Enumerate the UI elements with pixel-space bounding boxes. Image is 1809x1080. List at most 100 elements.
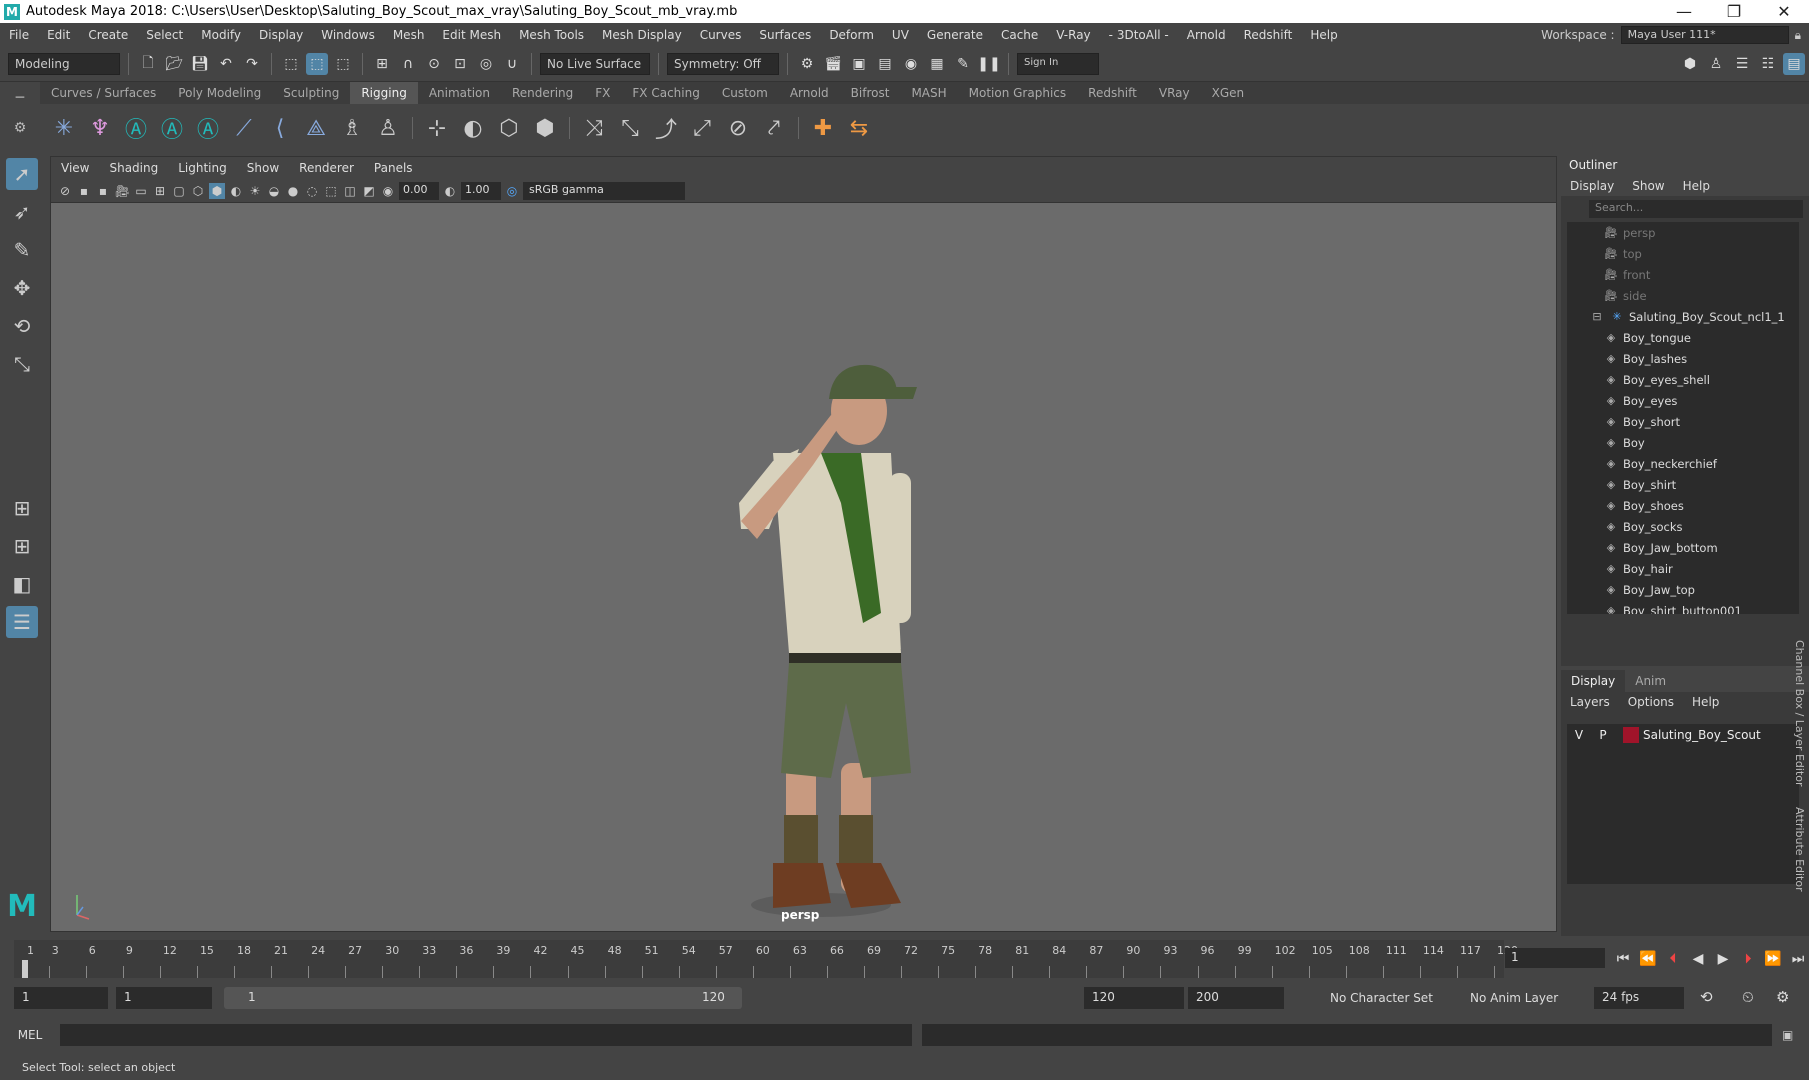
wireframe-icon[interactable]: ⬡ — [190, 183, 206, 199]
shelf-tab-sculpting[interactable]: Sculpting — [272, 82, 350, 104]
shelf-tab-animation[interactable]: Animation — [418, 82, 501, 104]
shelf-gear-icon[interactable]: ⚙ — [0, 120, 40, 136]
menu-curves[interactable]: Curves — [691, 28, 751, 42]
mel-input[interactable] — [60, 1024, 912, 1046]
menu-deform[interactable]: Deform — [820, 28, 883, 42]
menu-select[interactable]: Select — [137, 28, 192, 42]
open-scene-icon[interactable]: 📂︎ — [163, 53, 185, 75]
snap-point-icon[interactable]: ⊙ — [423, 53, 445, 75]
lights-icon[interactable]: ☀ — [247, 183, 263, 199]
shelf-tab-poly-modeling[interactable]: Poly Modeling — [167, 82, 272, 104]
collapse-icon[interactable]: ⊟ — [1589, 310, 1605, 324]
blend-shape-icon[interactable]: ◐ — [457, 112, 489, 144]
outliner-item-side[interactable]: 🎥︎ side — [1567, 285, 1799, 306]
select-object-icon[interactable]: ⬚ — [306, 53, 328, 75]
current-frame-marker[interactable] — [22, 960, 28, 978]
viewport-menu-view[interactable]: View — [51, 161, 99, 175]
undo-icon[interactable]: ↶ — [215, 53, 237, 75]
shelf-tab-mash[interactable]: MASH — [900, 82, 957, 104]
loop-icon[interactable]: ⟲ — [1700, 988, 1713, 1006]
outliner-item-child[interactable]: ◈ Boy_Jaw_bottom — [1567, 537, 1799, 558]
snap-surface-icon[interactable]: ◎ — [475, 53, 497, 75]
play-forward-icon[interactable]: ▶ — [1712, 948, 1734, 970]
textured-icon[interactable]: ◐ — [228, 183, 244, 199]
current-frame-field[interactable]: 1 — [1505, 948, 1605, 968]
camera-icon[interactable]: 🎥︎ — [114, 183, 130, 199]
outliner-menu-display[interactable]: Display — [1561, 179, 1623, 193]
end-time-field[interactable]: 200 — [1188, 987, 1284, 1009]
outliner-menu-help[interactable]: Help — [1674, 179, 1719, 193]
color-space-dropdown[interactable]: sRGB gamma — [523, 181, 685, 200]
range-slider[interactable]: 1 120 — [224, 987, 742, 1009]
viewport-canvas[interactable]: persp — [51, 203, 1556, 931]
grid-icon[interactable]: ⊞ — [152, 183, 168, 199]
go-to-end-icon[interactable]: ⏭ — [1787, 948, 1809, 970]
tool-settings-icon[interactable]: ☷ — [1757, 53, 1779, 75]
outliner-search-input[interactable]: Search... — [1589, 200, 1803, 218]
menu-windows[interactable]: Windows — [312, 28, 384, 42]
lattice-icon[interactable]: ⬡ — [493, 112, 525, 144]
shelf-menu-icon[interactable]: ─ — [0, 90, 40, 106]
exposure-field[interactable]: 0.00 — [399, 181, 439, 200]
menu-help[interactable]: Help — [1301, 28, 1346, 42]
rotate-tool-icon[interactable]: ⟲ — [6, 310, 38, 342]
outliner-item-child[interactable]: ◈ Boy_eyes — [1567, 390, 1799, 411]
menu-display[interactable]: Display — [250, 28, 312, 42]
step-forward-key-icon[interactable]: ⏩ — [1762, 948, 1784, 970]
layer-visibility-toggle[interactable]: V — [1567, 728, 1591, 742]
aim-constraint-icon[interactable]: ⤡ — [614, 112, 646, 144]
hik-icon[interactable]: ♆ — [84, 112, 116, 144]
locator-icon[interactable]: ✚ — [807, 112, 839, 144]
redo-icon[interactable]: ↷ — [241, 53, 263, 75]
viewport-menu-lighting[interactable]: Lighting — [168, 161, 237, 175]
attribute-editor-tab[interactable]: Attribute Editor — [1793, 807, 1806, 892]
close-button[interactable]: ✕ — [1759, 2, 1809, 21]
scale-tool-icon[interactable]: ⤡ — [6, 348, 38, 380]
outliner-item-child[interactable]: ◈ Boy_shirt_button001 — [1567, 600, 1799, 615]
character-set-dropdown[interactable]: No Character Set — [1330, 991, 1433, 1005]
smooth-shade-icon[interactable]: ⬢ — [209, 182, 225, 199]
xray-joints-icon[interactable]: ◩ — [361, 183, 377, 199]
snap-view-icon[interactable]: ⊡ — [449, 53, 471, 75]
outliner-item-child[interactable]: ◈ Boy_hair — [1567, 558, 1799, 579]
lasso-tool-icon[interactable]: ➶ — [6, 196, 38, 228]
shelf-tab-rigging[interactable]: Rigging — [350, 82, 418, 104]
menu-create[interactable]: Create — [79, 28, 137, 42]
start-time-field[interactable]: 1 — [14, 987, 108, 1009]
menu-mesh-display[interactable]: Mesh Display — [593, 28, 691, 42]
shelf-tab-arnold[interactable]: Arnold — [779, 82, 840, 104]
outliner-item-child[interactable]: ◈ Boy_shoes — [1567, 495, 1799, 516]
pause-icon[interactable]: ❚❚ — [977, 53, 1000, 75]
outliner-item-root[interactable]: ⊟ ✳ Saluting_Boy_Scout_ncl1_1 — [1567, 306, 1799, 327]
viewport-menu-shading[interactable]: Shading — [99, 161, 168, 175]
vray-ipr-icon[interactable]: ▦ — [926, 53, 948, 75]
outliner-item-child[interactable]: ◈ Boy_eyes_shell — [1567, 369, 1799, 390]
shelf-tab-xgen[interactable]: XGen — [1201, 82, 1256, 104]
workspace-dropdown[interactable]: Maya User 111* — [1620, 26, 1789, 44]
four-pane-layout-icon[interactable]: ⊞ — [6, 530, 38, 562]
ipr-render-icon[interactable]: ▣ — [848, 53, 870, 75]
film-gate-icon[interactable]: ▭ — [133, 183, 149, 199]
layer-menu-help[interactable]: Help — [1683, 695, 1728, 709]
outliner-item-top[interactable]: 🎥︎ top — [1567, 243, 1799, 264]
maximize-button[interactable]: ❐ — [1709, 2, 1759, 21]
shelf-tab-rendering[interactable]: Rendering — [501, 82, 584, 104]
xray-icon[interactable]: ◫ — [342, 183, 358, 199]
shelf-tab-vray[interactable]: VRay — [1148, 82, 1201, 104]
channel-box-icon[interactable]: ▤ — [1783, 53, 1805, 75]
animation-prefs-icon[interactable]: ⚙ — [1776, 988, 1789, 1006]
parent-constraint-icon[interactable]: ⤢ — [686, 112, 718, 144]
menu-cache[interactable]: Cache — [992, 28, 1047, 42]
quick-rig-icon[interactable]: Ⓐ — [120, 112, 152, 144]
gamma-field[interactable]: 1.00 — [461, 181, 501, 200]
shelf-tab-fx[interactable]: FX — [584, 82, 621, 104]
menu-vray[interactable]: V-Ray — [1047, 28, 1099, 42]
outliner-item-persp[interactable]: 🎥︎ persp — [1567, 222, 1799, 243]
shelf-tab-motion-graphics[interactable]: Motion Graphics — [958, 82, 1078, 104]
auto-key-icon[interactable]: ⏲ — [1742, 988, 1754, 1006]
bind-skin-icon[interactable]: ♗ — [336, 112, 368, 144]
move-tool-icon[interactable]: ✥ — [6, 272, 38, 304]
camera-select-icon[interactable]: ⊘ — [57, 183, 73, 199]
modeling-toolkit-icon[interactable]: ⬢ — [1679, 53, 1701, 75]
single-pane-layout-icon[interactable]: ⊞ — [6, 492, 38, 524]
